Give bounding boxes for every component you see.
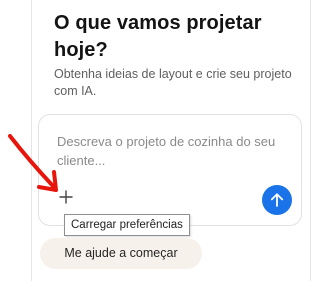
- red-arrow-annotation: [8, 134, 58, 192]
- page-title: O que vamos projetar hoje?: [54, 12, 262, 61]
- prompt-input[interactable]: Descreva o projeto de cozinha do seu cli…: [57, 133, 289, 170]
- send-button[interactable]: [262, 185, 292, 215]
- help-me-start-button[interactable]: Me ajude a começar: [40, 238, 202, 269]
- arrow-up-icon: [270, 193, 284, 207]
- page-subtitle: Obtenha ideias de layout e crie seu proj…: [54, 67, 292, 98]
- tooltip: Carregar preferências: [64, 214, 190, 236]
- panel-right-border: [310, 0, 311, 281]
